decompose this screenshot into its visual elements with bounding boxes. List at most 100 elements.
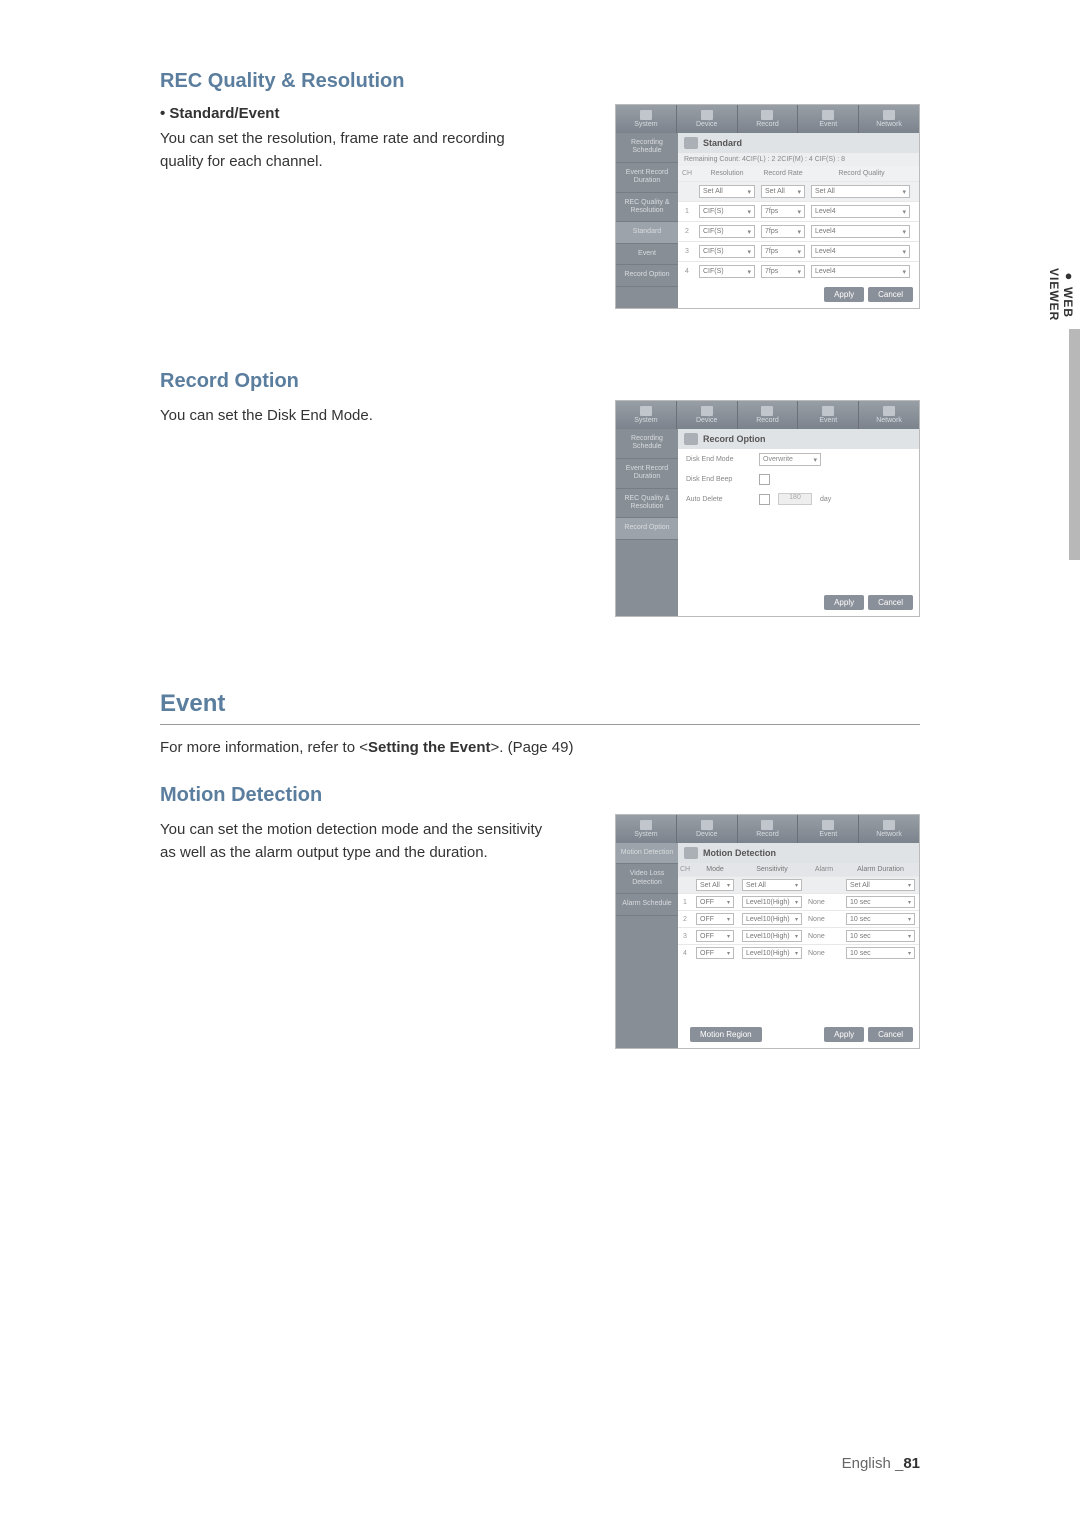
sidebar-item-alarm-schedule[interactable]: Alarm Schedule (616, 894, 678, 915)
quality-select[interactable]: Level4 (811, 205, 910, 218)
record-option-panel: System Device Record Event Network Recor… (615, 400, 920, 617)
resolution-select[interactable]: CIF(S) (699, 205, 755, 218)
rec-quality-heading: REC Quality & Resolution (160, 70, 920, 93)
rate-select[interactable]: 7fps (761, 205, 805, 218)
sidebar-item-event-record-duration[interactable]: Event Record Duration (616, 459, 678, 489)
mode-select[interactable]: OFF (696, 930, 734, 942)
tab-event[interactable]: Event (798, 401, 859, 429)
sidebar-item-record-option[interactable]: Record Option (616, 518, 678, 539)
resolution-select[interactable]: CIF(S) (699, 225, 755, 238)
rate-select[interactable]: 7fps (761, 225, 805, 238)
set-all-quality[interactable]: Set All (811, 185, 910, 198)
cancel-button[interactable]: Cancel (868, 1027, 913, 1042)
auto-delete-days-input[interactable]: 180 (778, 493, 812, 505)
tab-network[interactable]: Network (859, 105, 919, 133)
motion-detection-desc: You can set the motion detection mode an… (160, 819, 550, 864)
sidebar-item-video-loss[interactable]: Video Loss Detection (616, 864, 678, 894)
duration-select[interactable]: 10 sec (846, 913, 915, 925)
disk-end-beep-label: Disk End Beep (686, 476, 751, 483)
tab-system[interactable]: System (616, 105, 677, 133)
mode-select[interactable]: OFF (696, 947, 734, 959)
quality-select[interactable]: Level4 (811, 265, 910, 278)
event-icon (822, 820, 834, 830)
cancel-button[interactable]: Cancel (868, 287, 913, 302)
apply-button[interactable]: Apply (824, 1027, 864, 1042)
alarm-value: None (806, 931, 842, 942)
tab-record[interactable]: Record (738, 105, 799, 133)
resolution-select[interactable]: CIF(S) (699, 265, 755, 278)
set-all-resolution[interactable]: Set All (699, 185, 755, 198)
table-row: 3 CIF(S) 7fps Level4 (678, 241, 919, 261)
tab-network[interactable]: Network (859, 815, 919, 843)
duration-select[interactable]: 10 sec (846, 930, 915, 942)
sidebar-item-motion-detection[interactable]: Motion Detection (616, 843, 678, 864)
col-ch: CH (678, 863, 692, 876)
apply-button[interactable]: Apply (824, 595, 864, 610)
duration-select[interactable]: 10 sec (846, 896, 915, 908)
set-all-sensitivity[interactable]: Set All (742, 879, 802, 891)
quality-select[interactable]: Level4 (811, 225, 910, 238)
title-icon (684, 137, 698, 149)
rate-select[interactable]: 7fps (761, 245, 805, 258)
tab-record[interactable]: Record (738, 815, 799, 843)
sidebar-item-rec-quality[interactable]: REC Quality & Resolution (616, 489, 678, 519)
tab-device[interactable]: Device (677, 401, 738, 429)
sidebar-item-recording-schedule[interactable]: Recording Schedule (616, 429, 678, 459)
system-icon (640, 406, 652, 416)
rate-select[interactable]: 7fps (761, 265, 805, 278)
tab-event[interactable]: Event (798, 105, 859, 133)
device-icon (701, 110, 713, 120)
tab-device[interactable]: Device (677, 105, 738, 133)
col-mode: Mode (692, 863, 738, 876)
record-option-heading: Record Option (160, 370, 920, 393)
set-all-rate[interactable]: Set All (761, 185, 805, 198)
mode-select[interactable]: OFF (696, 913, 734, 925)
tab-event[interactable]: Event (798, 815, 859, 843)
network-icon (883, 110, 895, 120)
sidebar-item-standard[interactable]: Standard (616, 222, 678, 243)
sidebar-item-event[interactable]: Event (616, 244, 678, 265)
sensitivity-select[interactable]: Level10(High) (742, 930, 802, 942)
sidebar-item-recording-schedule[interactable]: Recording Schedule (616, 133, 678, 163)
motion-region-button[interactable]: Motion Region (690, 1027, 762, 1042)
set-all-mode[interactable]: Set All (696, 879, 734, 891)
col-resolution: Resolution (696, 168, 758, 179)
tab-record[interactable]: Record (738, 401, 799, 429)
sensitivity-select[interactable]: Level10(High) (742, 896, 802, 908)
resolution-select[interactable]: CIF(S) (699, 245, 755, 258)
tab-device[interactable]: Device (677, 815, 738, 843)
duration-select[interactable]: 10 sec (846, 947, 915, 959)
record-icon (761, 820, 773, 830)
tab-network[interactable]: Network (859, 401, 919, 429)
sensitivity-select[interactable]: Level10(High) (742, 913, 802, 925)
set-all-duration[interactable]: Set All (846, 879, 915, 891)
table-row: 1 CIF(S) 7fps Level4 (678, 201, 919, 221)
table-row: 2 OFF Level10(High) None 10 sec (678, 910, 919, 927)
sidebar-item-event-record-duration[interactable]: Event Record Duration (616, 163, 678, 193)
auto-delete-checkbox[interactable] (759, 494, 770, 505)
auto-delete-label: Auto Delete (686, 496, 751, 503)
disk-end-mode-select[interactable]: Overwrite (759, 453, 821, 466)
record-icon (761, 110, 773, 120)
col-alarm: Alarm (806, 863, 842, 876)
motion-detection-panel: System Device Record Event Network Motio… (615, 814, 920, 1049)
system-icon (640, 820, 652, 830)
quality-select[interactable]: Level4 (811, 245, 910, 258)
col-ch: CH (678, 168, 696, 179)
table-row: 2 CIF(S) 7fps Level4 (678, 221, 919, 241)
tab-system[interactable]: System (616, 401, 677, 429)
table-row: 4 OFF Level10(High) None 10 sec (678, 944, 919, 961)
cancel-button[interactable]: Cancel (868, 595, 913, 610)
sensitivity-select[interactable]: Level10(High) (742, 947, 802, 959)
event-icon (822, 406, 834, 416)
tab-system[interactable]: System (616, 815, 677, 843)
event-heading: Event (160, 690, 920, 725)
disk-end-beep-checkbox[interactable] (759, 474, 770, 485)
sidebar-item-rec-quality[interactable]: REC Quality & Resolution (616, 193, 678, 223)
page-footer: English _81 (842, 1455, 920, 1472)
col-alarm-duration: Alarm Duration (842, 863, 919, 876)
sidebar-item-record-option[interactable]: Record Option (616, 265, 678, 286)
apply-button[interactable]: Apply (824, 287, 864, 302)
mode-select[interactable]: OFF (696, 896, 734, 908)
motion-detection-heading: Motion Detection (160, 784, 920, 807)
